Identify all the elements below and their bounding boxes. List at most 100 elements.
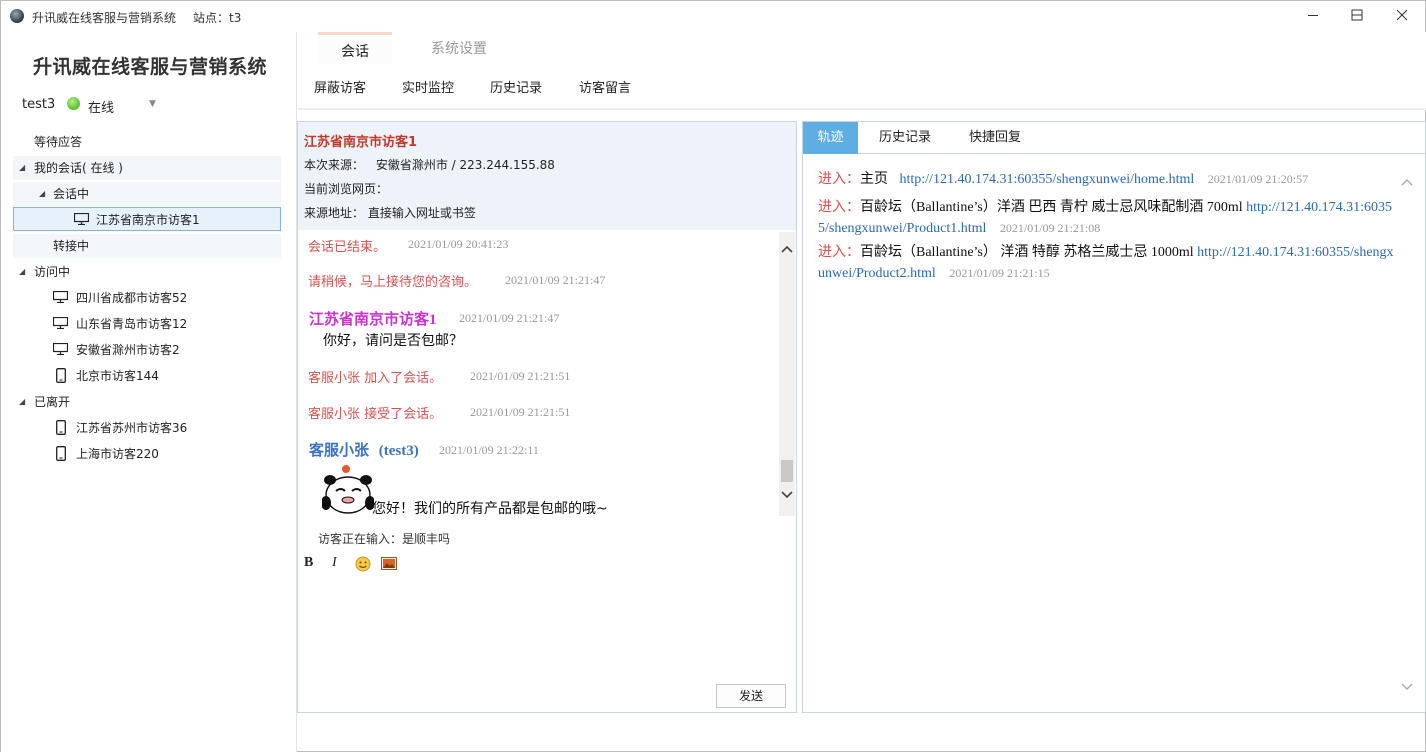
- minimize-button[interactable]: [1307, 9, 1319, 24]
- scroll-down-icon[interactable]: [779, 488, 795, 502]
- trace-entry: 进入：百龄坛（Ballantine’s）洋酒 巴西 青柠 威士忌风味配制酒 70…: [818, 198, 1396, 239]
- tree-visitor-item[interactable]: 上海市访客220: [13, 442, 281, 466]
- subtab-realtime-monitor[interactable]: 实时监控: [402, 77, 454, 96]
- visitor-origin-label: 来源地址：: [304, 206, 365, 220]
- mobile-icon: [56, 368, 66, 383]
- trace-entry: 进入：主页 http://121.40.174.31:60355/shengxu…: [818, 169, 1396, 190]
- maximize-icon: [1351, 9, 1363, 21]
- tree-in-session-label: 会话中: [53, 187, 90, 201]
- tree-my-sessions-label: 我的会话( 在线 ): [34, 161, 123, 175]
- current-user: test3: [22, 97, 56, 112]
- sidebar: 升讯威在线客服与营销系统 test3 在线 ▼ 等待应答 ◢ 我的会话( 在线 …: [1, 32, 297, 752]
- visitor-origin-value: 直接输入网址或书签: [367, 206, 476, 220]
- brand-title: 升讯威在线客服与营销系统: [33, 56, 268, 78]
- message-body: 你好，请问是否包邮？: [323, 333, 463, 349]
- italic-button[interactable]: I: [332, 555, 337, 571]
- minimize-icon: [1308, 15, 1318, 16]
- visitor-source-label: 本次来源：: [304, 158, 365, 172]
- tree-visitor-item[interactable]: 安徽省滁州市访客2: [13, 338, 281, 362]
- scroll-down-icon[interactable]: [1399, 680, 1415, 694]
- bold-button[interactable]: B: [304, 555, 313, 571]
- status-dropdown-icon[interactable]: ▼: [149, 99, 156, 109]
- system-message: 客服小张 加入了会话。: [308, 371, 443, 386]
- trace-url-link[interactable]: http://121.40.174.31:60355/shengxunwei/h…: [900, 172, 1195, 187]
- right-tabs: 轨迹 历史记录 快捷回复: [803, 122, 1425, 154]
- expand-arrow-icon[interactable]: ◢: [19, 156, 25, 180]
- visitor-label: 北京市访客144: [76, 369, 159, 383]
- message-time: 2021/01/09 21:21:51: [470, 405, 571, 419]
- tree-transferring[interactable]: 转接中: [13, 234, 281, 258]
- scroll-up-icon[interactable]: [1399, 175, 1415, 189]
- tree-left[interactable]: ◢ 已离开: [13, 390, 281, 414]
- expand-arrow-icon[interactable]: ◢: [39, 182, 45, 206]
- trace-time: 2021/01/09 21:21:15: [949, 266, 1050, 280]
- mobile-icon: [56, 446, 66, 461]
- tree-visitor-item[interactable]: 江苏省苏州市访客36: [13, 416, 281, 440]
- tree-visitor-item[interactable]: 山东省青岛市访客12: [13, 312, 281, 336]
- scroll-up-icon[interactable]: [779, 242, 795, 256]
- agent-name: 客服小张: [309, 443, 370, 459]
- close-button[interactable]: [1396, 9, 1408, 24]
- system-message: 请稍候，马上接待您的咨询。: [308, 275, 478, 290]
- system-message: 客服小张 接受了会话。: [308, 407, 443, 422]
- visitor-info: 江苏省南京市访客1 本次来源： 安徽省滁州市 / 223.244.155.88 …: [298, 122, 796, 230]
- tree-my-sessions[interactable]: ◢ 我的会话( 在线 ): [13, 156, 281, 180]
- message-sender-agent: 客服小张 (test3): [309, 439, 419, 460]
- subtab-visitor-messages[interactable]: 访客留言: [579, 77, 631, 96]
- tree-current-visitor[interactable]: 江苏省南京市访客1: [13, 207, 281, 231]
- message-time: 2021/01/09 21:21:47: [505, 273, 606, 287]
- tree-in-session[interactable]: ◢ 会话中: [13, 182, 281, 206]
- trace-title: 百龄坛（Ballantine’s） 洋酒 特醇 苏格兰威士忌 1000ml: [860, 245, 1194, 260]
- message-time: 2021/01/09 20:41:23: [408, 237, 509, 251]
- right-panel: 轨迹 历史记录 快捷回复 进入：主页 http://121.40.174.31:…: [802, 121, 1426, 713]
- trace-scrollbar[interactable]: [1399, 167, 1415, 697]
- tree-left-label: 已离开: [34, 395, 71, 409]
- visitor-origin: 来源地址： 直接输入网址或书签: [304, 204, 476, 221]
- emoji-icon[interactable]: [355, 556, 371, 572]
- desktop-icon: [53, 343, 68, 355]
- tree-waiting[interactable]: 等待应答: [13, 130, 281, 154]
- tree-visitor-item[interactable]: 北京市访客144: [13, 364, 281, 388]
- top-navigation: 会话 系统设置 屏蔽访客 实时监控 历史记录 访客留言: [298, 32, 1426, 110]
- mobile-icon: [56, 420, 66, 435]
- tree-visiting[interactable]: ◢ 访问中: [13, 260, 281, 284]
- desktop-icon: [53, 317, 68, 329]
- visitor-source: 本次来源： 安徽省滁州市 / 223.244.155.88: [304, 156, 555, 173]
- tree-waiting-label: 等待应答: [34, 135, 83, 149]
- visitor-name: 江苏省南京市访客1: [304, 135, 418, 150]
- scroll-thumb[interactable]: [781, 460, 793, 482]
- tree-visiting-label: 访问中: [34, 265, 71, 279]
- trace-time: 2021/01/09 21:20:57: [1207, 172, 1309, 186]
- message-time: 2021/01/09 21:21:51: [470, 369, 571, 383]
- subtab-history[interactable]: 历史记录: [490, 77, 542, 96]
- tab-system-settings[interactable]: 系统设置: [422, 32, 496, 64]
- subtab-block-visitors[interactable]: 屏蔽访客: [314, 77, 366, 96]
- visitor-label: 安徽省滁州市访客2: [76, 343, 180, 357]
- send-button[interactable]: 发送: [716, 684, 786, 708]
- visitor-label: 山东省青岛市访客12: [76, 317, 188, 331]
- tab-session[interactable]: 会话: [318, 32, 392, 64]
- online-status-icon: [67, 97, 80, 110]
- message-scrollbar[interactable]: [779, 232, 795, 516]
- close-icon: [1396, 9, 1408, 21]
- typing-indicator: 访客正在输入：是顺丰吗: [318, 532, 451, 546]
- visitor-page: 当前浏览网页：: [304, 180, 388, 197]
- status-label: 在线: [88, 101, 115, 116]
- chat-panel: 江苏省南京市访客1 本次来源： 安徽省滁州市 / 223.244.155.88 …: [297, 121, 797, 713]
- expand-arrow-icon[interactable]: ◢: [19, 390, 25, 414]
- visitor-label: 上海市访客220: [76, 447, 159, 461]
- tab-trace[interactable]: 轨迹: [803, 122, 858, 154]
- visitor-page-label: 当前浏览网页：: [304, 182, 389, 196]
- tree-current-visitor-label: 江苏省南京市访客1: [96, 213, 200, 227]
- tab-right-history[interactable]: 历史记录: [867, 122, 943, 154]
- trace-enter-label: 进入：: [818, 200, 860, 215]
- tab-quick-reply[interactable]: 快捷回复: [955, 122, 1035, 154]
- expand-arrow-icon[interactable]: ◢: [19, 260, 25, 284]
- maximize-button[interactable]: [1351, 9, 1363, 24]
- tree-transferring-label: 转接中: [53, 239, 90, 253]
- window-title: 升讯威在线客服与营销系统: [32, 11, 177, 25]
- agent-id: (test3): [378, 443, 419, 459]
- image-icon[interactable]: [381, 557, 397, 570]
- tree-visitor-item[interactable]: 四川省成都市访客52: [13, 286, 281, 310]
- trace-enter-label: 进入：: [818, 245, 860, 260]
